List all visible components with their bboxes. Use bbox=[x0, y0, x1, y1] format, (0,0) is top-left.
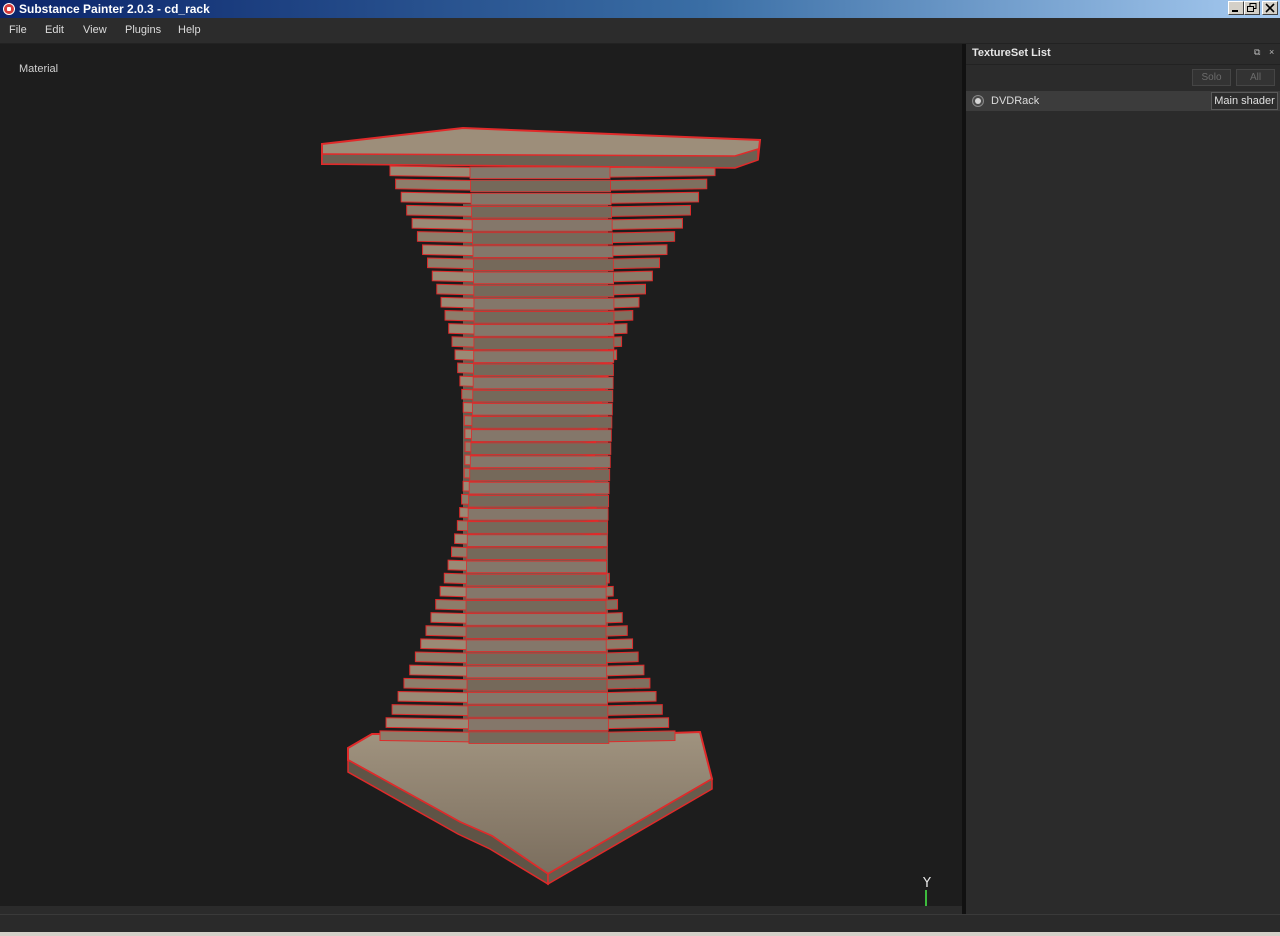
texture-set-radio[interactable] bbox=[972, 95, 984, 107]
shelf-face bbox=[465, 573, 607, 587]
shelf-face bbox=[466, 534, 608, 547]
shelf-face bbox=[473, 363, 614, 377]
menu-plugins[interactable]: Plugins bbox=[125, 24, 161, 36]
shader-select-button[interactable]: Main shader bbox=[1211, 92, 1278, 110]
shelf-face bbox=[471, 206, 613, 219]
shelf-face bbox=[470, 429, 612, 442]
shelf-face bbox=[465, 652, 607, 666]
menu-view[interactable]: View bbox=[83, 24, 107, 36]
shelf-face bbox=[465, 586, 607, 600]
shelf-face bbox=[465, 626, 607, 639]
close-button[interactable] bbox=[1262, 1, 1278, 15]
shelf-face bbox=[466, 560, 607, 574]
window-title: Substance Painter 2.0.3 - cd_rack bbox=[19, 2, 210, 16]
shelf-face bbox=[465, 600, 607, 613]
shelf-face bbox=[473, 311, 615, 324]
float-panel-icon[interactable]: ⧉ bbox=[1254, 48, 1262, 57]
shelf-face bbox=[467, 508, 609, 521]
shelf-face bbox=[472, 376, 614, 390]
shelf-face bbox=[470, 179, 611, 193]
divider bbox=[966, 64, 1280, 65]
shelf-face bbox=[468, 481, 610, 495]
close-icon bbox=[1265, 3, 1275, 13]
shelf-face bbox=[465, 639, 607, 652]
shelf-face bbox=[472, 258, 614, 271]
menu-edit[interactable]: Edit bbox=[45, 24, 64, 36]
shelf-face bbox=[473, 324, 615, 337]
texture-set-panel: TextureSet List ⧉ × Solo All DVDRack Mai… bbox=[966, 44, 1280, 914]
shelf-face bbox=[473, 271, 614, 285]
texture-set-name: DVDRack bbox=[991, 95, 1040, 107]
solo-button[interactable]: Solo bbox=[1192, 69, 1231, 86]
shelf-face bbox=[471, 416, 613, 429]
shelf-face bbox=[473, 350, 615, 363]
shelf-face bbox=[468, 495, 610, 508]
shelf-face bbox=[471, 219, 613, 232]
minimize-button[interactable] bbox=[1228, 1, 1244, 15]
shelf-face bbox=[472, 389, 614, 403]
minimize-icon bbox=[1232, 10, 1238, 12]
menu-file[interactable]: File bbox=[9, 24, 27, 36]
shelf-face bbox=[465, 613, 607, 626]
shelf-face bbox=[473, 284, 615, 298]
texture-set-row[interactable]: DVDRack Main shader bbox=[966, 91, 1280, 111]
shelf-face bbox=[470, 192, 612, 206]
shelf-face bbox=[472, 245, 614, 258]
shelf-face bbox=[466, 547, 608, 560]
close-panel-icon[interactable]: × bbox=[1269, 48, 1277, 57]
substance-painter-icon bbox=[3, 3, 15, 15]
shelf-face bbox=[467, 521, 609, 534]
all-button[interactable]: All bbox=[1236, 69, 1275, 86]
menu-bar: File Edit View Plugins Help bbox=[0, 18, 1280, 44]
window-bottom-edge bbox=[0, 932, 1280, 936]
shelf-face bbox=[470, 442, 612, 455]
shelf-face bbox=[467, 692, 608, 705]
maximize-icon bbox=[1247, 3, 1257, 12]
axis-y-label: Y bbox=[923, 876, 931, 891]
shelf-face bbox=[473, 297, 615, 311]
shelf-face bbox=[466, 678, 608, 692]
shelf-face bbox=[466, 665, 608, 679]
shelf-face bbox=[473, 337, 615, 350]
status-bar bbox=[0, 914, 1280, 933]
shelf-face bbox=[467, 705, 609, 718]
shelf-face bbox=[471, 403, 613, 416]
menu-help[interactable]: Help bbox=[178, 24, 201, 36]
shelf-face bbox=[469, 468, 611, 482]
panel-title: TextureSet List bbox=[972, 47, 1051, 59]
shelf-face bbox=[469, 455, 611, 469]
shelf-face bbox=[472, 232, 613, 245]
shelf-face bbox=[469, 166, 611, 180]
maximize-button[interactable] bbox=[1244, 1, 1260, 15]
shelf-face bbox=[467, 718, 609, 731]
shelf-face bbox=[468, 731, 610, 744]
3d-viewport[interactable]: Material Y X bbox=[0, 44, 962, 906]
dvd-rack-model bbox=[321, 126, 762, 886]
title-bar: Substance Painter 2.0.3 - cd_rack bbox=[0, 0, 1280, 18]
